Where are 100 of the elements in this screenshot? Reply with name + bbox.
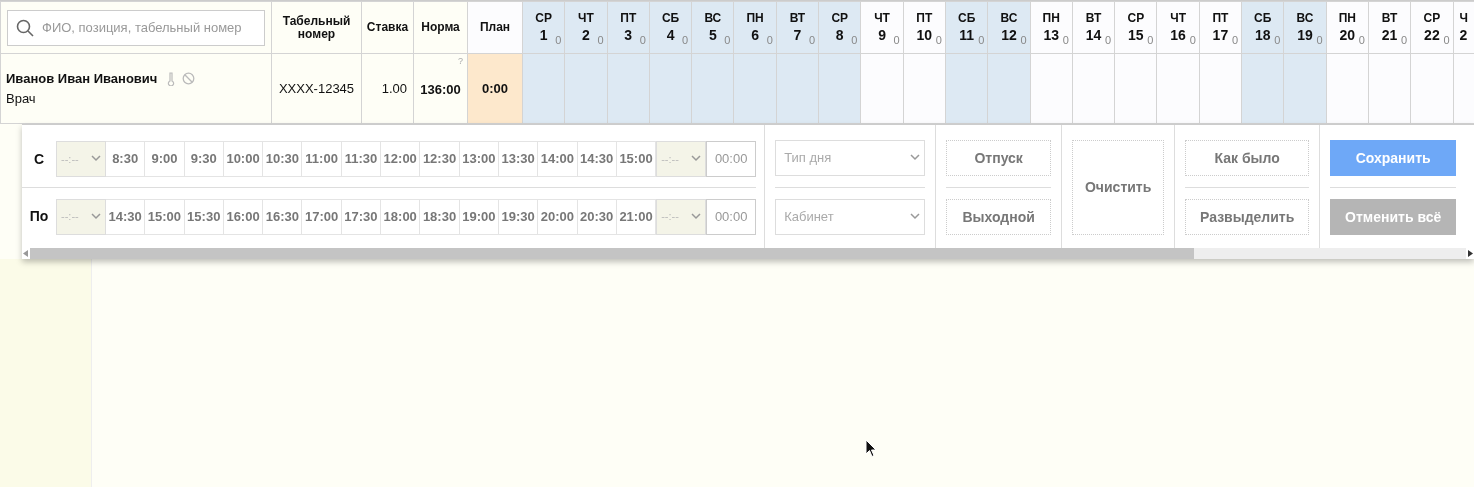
chevron-down-icon (910, 213, 921, 220)
action-button[interactable]: Выходной (946, 199, 1052, 235)
dropdown-field[interactable]: Тип дня (775, 140, 926, 176)
time-slot[interactable]: 19:00 (459, 198, 499, 235)
weekday-label: ЧТ (577, 11, 595, 25)
time-slot[interactable]: 16:30 (263, 198, 303, 235)
day-count: 0 (1062, 35, 1069, 47)
day-number: 21 (1381, 28, 1398, 44)
day-cell[interactable] (776, 53, 819, 124)
time-slot[interactable]: 9:00 (145, 141, 185, 177)
day-number: 8 (835, 28, 844, 44)
time-slot[interactable]: 13:00 (459, 141, 499, 177)
day-cell[interactable] (903, 53, 946, 124)
column-header: Норма (421, 20, 460, 35)
time-slot[interactable]: 16:00 (223, 198, 264, 235)
column-header: План (479, 20, 511, 35)
day-cell[interactable] (818, 53, 861, 124)
arrow-left-icon[interactable] (23, 250, 28, 257)
time-slot[interactable]: 15:30 (184, 198, 224, 235)
day-number: 10 (916, 28, 933, 44)
day-number: 2 (582, 28, 590, 44)
chevron-down-icon (91, 212, 101, 220)
time-slot[interactable]: 14:00 (538, 141, 578, 177)
mouse-cursor-icon (865, 439, 877, 458)
day-cell[interactable] (1156, 53, 1200, 124)
time-slot[interactable]: 18:00 (381, 198, 421, 235)
day-cell[interactable] (564, 53, 608, 124)
day-cell[interactable] (522, 53, 565, 124)
day-cell[interactable] (1241, 53, 1284, 124)
time-slot[interactable]: 10:00 (223, 141, 264, 177)
day-number: 9 (878, 28, 886, 44)
time-slot[interactable]: 10:30 (263, 141, 303, 177)
time-slot[interactable]: 15:00 (145, 198, 185, 235)
weekday-label: ПН (745, 11, 765, 25)
time-slot[interactable]: 17:30 (341, 198, 382, 235)
day-count: 0 (1358, 35, 1365, 47)
weekday-label: ВТ (788, 11, 807, 25)
time-slot[interactable]: 20:30 (577, 198, 617, 235)
time-slot[interactable]: 13:30 (498, 141, 539, 177)
action-button[interactable]: Сохранить (1330, 140, 1457, 176)
time-slot[interactable]: 12:30 (420, 141, 460, 177)
weekday-label: СР (830, 11, 850, 25)
weekday-label: СР (1422, 11, 1442, 25)
day-cell[interactable] (1030, 53, 1073, 124)
action-button[interactable]: Отпуск (946, 140, 1052, 176)
day-cell[interactable] (691, 53, 734, 124)
column-header: Табельный номер (282, 13, 351, 41)
day-count: 0 (1274, 35, 1281, 47)
day-number: 14 (1085, 28, 1102, 44)
day-number: 15 (1128, 28, 1144, 44)
time-slot[interactable]: 15:00 (616, 141, 657, 177)
time-slot[interactable]: 9:30 (184, 141, 224, 177)
plan-value: 0:00 (482, 80, 508, 96)
day-cell[interactable] (1368, 53, 1411, 124)
weekday-label: ПТ (1211, 11, 1230, 25)
time-slot[interactable]: 19:30 (498, 198, 539, 235)
time-slot[interactable]: 14:30 (106, 198, 146, 235)
time-slot[interactable]: 18:30 (420, 198, 460, 235)
day-cell[interactable] (1199, 53, 1242, 124)
weekday-label: Ч (1459, 11, 1469, 25)
time-slot[interactable]: 20:00 (538, 198, 578, 235)
thermometer-icon (167, 71, 176, 86)
action-button[interactable]: Как было (1185, 140, 1310, 176)
day-cell[interactable] (1072, 53, 1115, 124)
day-cell[interactable] (1283, 53, 1327, 124)
search-field[interactable]: ФИО, позиция, табельный номер (7, 9, 265, 46)
day-cell[interactable] (607, 53, 650, 124)
time-slot[interactable]: 8:30 (106, 141, 146, 177)
time-slot[interactable]: 17:00 (302, 198, 342, 235)
action-button[interactable]: Развыделить (1185, 199, 1310, 235)
day-cell[interactable] (1326, 53, 1369, 124)
weekday-label: ВС (703, 11, 723, 25)
time-slot[interactable]: 12:00 (381, 141, 421, 177)
day-count: 0 (1020, 35, 1027, 47)
day-number: 6 (751, 28, 760, 44)
day-count: 0 (808, 35, 816, 47)
day-cell[interactable] (649, 53, 692, 124)
time-slot[interactable]: 11:30 (341, 141, 382, 177)
help-mark[interactable]: ? (458, 55, 463, 69)
day-number: 1 (539, 28, 548, 44)
day-count: 0 (851, 35, 858, 47)
day-cell[interactable] (734, 53, 777, 124)
day-cell[interactable] (987, 53, 1031, 124)
chevron-down-icon (691, 212, 702, 220)
time-slot[interactable]: 21:00 (616, 198, 657, 235)
action-button[interactable]: Очистить (1072, 140, 1165, 235)
arrow-right-icon[interactable] (1468, 250, 1473, 257)
day-cell[interactable] (945, 53, 988, 124)
column-header: Ставка (366, 20, 409, 35)
day-cell[interactable] (1114, 53, 1157, 124)
weekday-label: ЧТ (873, 11, 891, 25)
time-slot[interactable]: 14:30 (577, 141, 617, 177)
dropdown-field[interactable]: Кабинет (775, 199, 926, 235)
day-cell[interactable] (860, 53, 904, 124)
time-slot[interactable]: 11:00 (302, 141, 342, 177)
day-cell[interactable] (1410, 53, 1454, 124)
horizontal-scrollbar[interactable] (30, 248, 1466, 259)
weekday-label: ВС (999, 11, 1019, 25)
weekday-label: ВТ (1084, 11, 1103, 25)
day-number: 3 (624, 28, 633, 44)
